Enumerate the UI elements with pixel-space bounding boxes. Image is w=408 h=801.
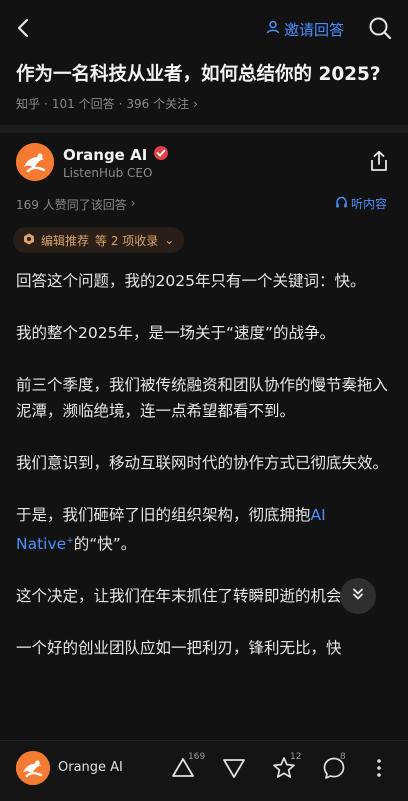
editor-pick-badge[interactable]: 编辑推荐 等 2 项收录 ⌄ (13, 227, 185, 253)
scroll-next-button[interactable] (340, 578, 376, 614)
author-description: ListenHub CEO (63, 166, 153, 180)
paragraph: 回答这个问题，我的2025年只有一个关键词：快。 (16, 272, 366, 290)
author-name-label: Orange AI (63, 146, 148, 164)
paragraph-text: 于是，我们砸碎了旧的组织架构，彻底拥抱 (16, 506, 311, 524)
comment-count: 8 (340, 752, 346, 762)
listen-button[interactable]: 听内容 (335, 195, 387, 212)
paragraph: 一个好的创业团队应如一把利刃，锋利无比，快 (16, 639, 342, 658)
paragraph: 我的整个2025年，是一场关于“速度”的战争。 (16, 324, 336, 342)
badge-label: 编辑推荐 (41, 233, 90, 248)
paragraph: 这个决定，让我们在年末抓住了转瞬即逝的机会。 (16, 587, 358, 606)
source-label: 知乎 (16, 97, 41, 111)
answer-content: 回答这个问题，我的2025年只有一个关键词：快。 我的整个2025年，是一场关于… (16, 268, 392, 687)
paragraph: 我们意识到，移动互联网时代的协作方式已彻底失效。 (16, 454, 389, 472)
answer-count: 101 个回答 (51, 97, 115, 111)
listen-label: 听内容 (351, 197, 388, 211)
more-icon[interactable] (366, 755, 392, 781)
hexagon-icon (23, 233, 35, 248)
avatar[interactable] (16, 751, 50, 785)
double-chevron-down-icon (350, 586, 366, 606)
top-bar (0, 0, 408, 56)
upvote-summary-label: 169 人赞同了该回答 (16, 198, 127, 212)
favorite-count: 12 (290, 752, 302, 762)
section-divider (0, 125, 408, 133)
back-icon[interactable] (10, 14, 38, 42)
invite-answer-button[interactable]: 邀请回答 (266, 18, 344, 40)
bottom-author-name[interactable]: Orange AI (58, 760, 123, 775)
paragraph: 前三个季度，我们被传统融资和团队协作的慢节奏拖入泥潭，濒临绝境，连一点希望都看不… (16, 376, 389, 420)
share-icon[interactable] (368, 150, 390, 172)
upvote-summary[interactable]: 169 人赞同了该回答 › (16, 196, 136, 213)
upvote-count: 169 (188, 752, 206, 762)
meta-separator: · (44, 96, 48, 111)
verified-icon (153, 145, 169, 165)
content-fade (0, 710, 408, 740)
invite-answer-label: 邀请回答 (284, 20, 345, 39)
author-name[interactable]: Orange AI (63, 145, 169, 165)
chevron-down-icon: ⌄ (164, 233, 175, 247)
link-plus-icon: + (66, 536, 74, 546)
person-icon (266, 20, 280, 38)
downvote-icon[interactable] (221, 755, 247, 781)
follower-count: 396 个关注 (126, 97, 190, 111)
chevron-right-icon: › (193, 96, 198, 111)
chevron-right-icon: › (130, 196, 136, 210)
paragraph-text: 的“快”。 (73, 535, 137, 554)
paragraph: 于是，我们砸碎了旧的组织架构，彻底拥抱AI Native+的“快”。 (16, 502, 392, 557)
meta-separator: · (118, 96, 123, 111)
badge-extra: 等 2 项收录 (95, 233, 159, 248)
headphones-icon (335, 196, 348, 212)
question-meta[interactable]: 知乎 · 101 个回答 · 396 个关注 › (16, 95, 198, 112)
avatar[interactable] (16, 143, 54, 181)
search-icon[interactable] (366, 14, 394, 42)
question-title[interactable]: 作为一名科技从业者，如何总结你的 2025? (16, 62, 396, 88)
